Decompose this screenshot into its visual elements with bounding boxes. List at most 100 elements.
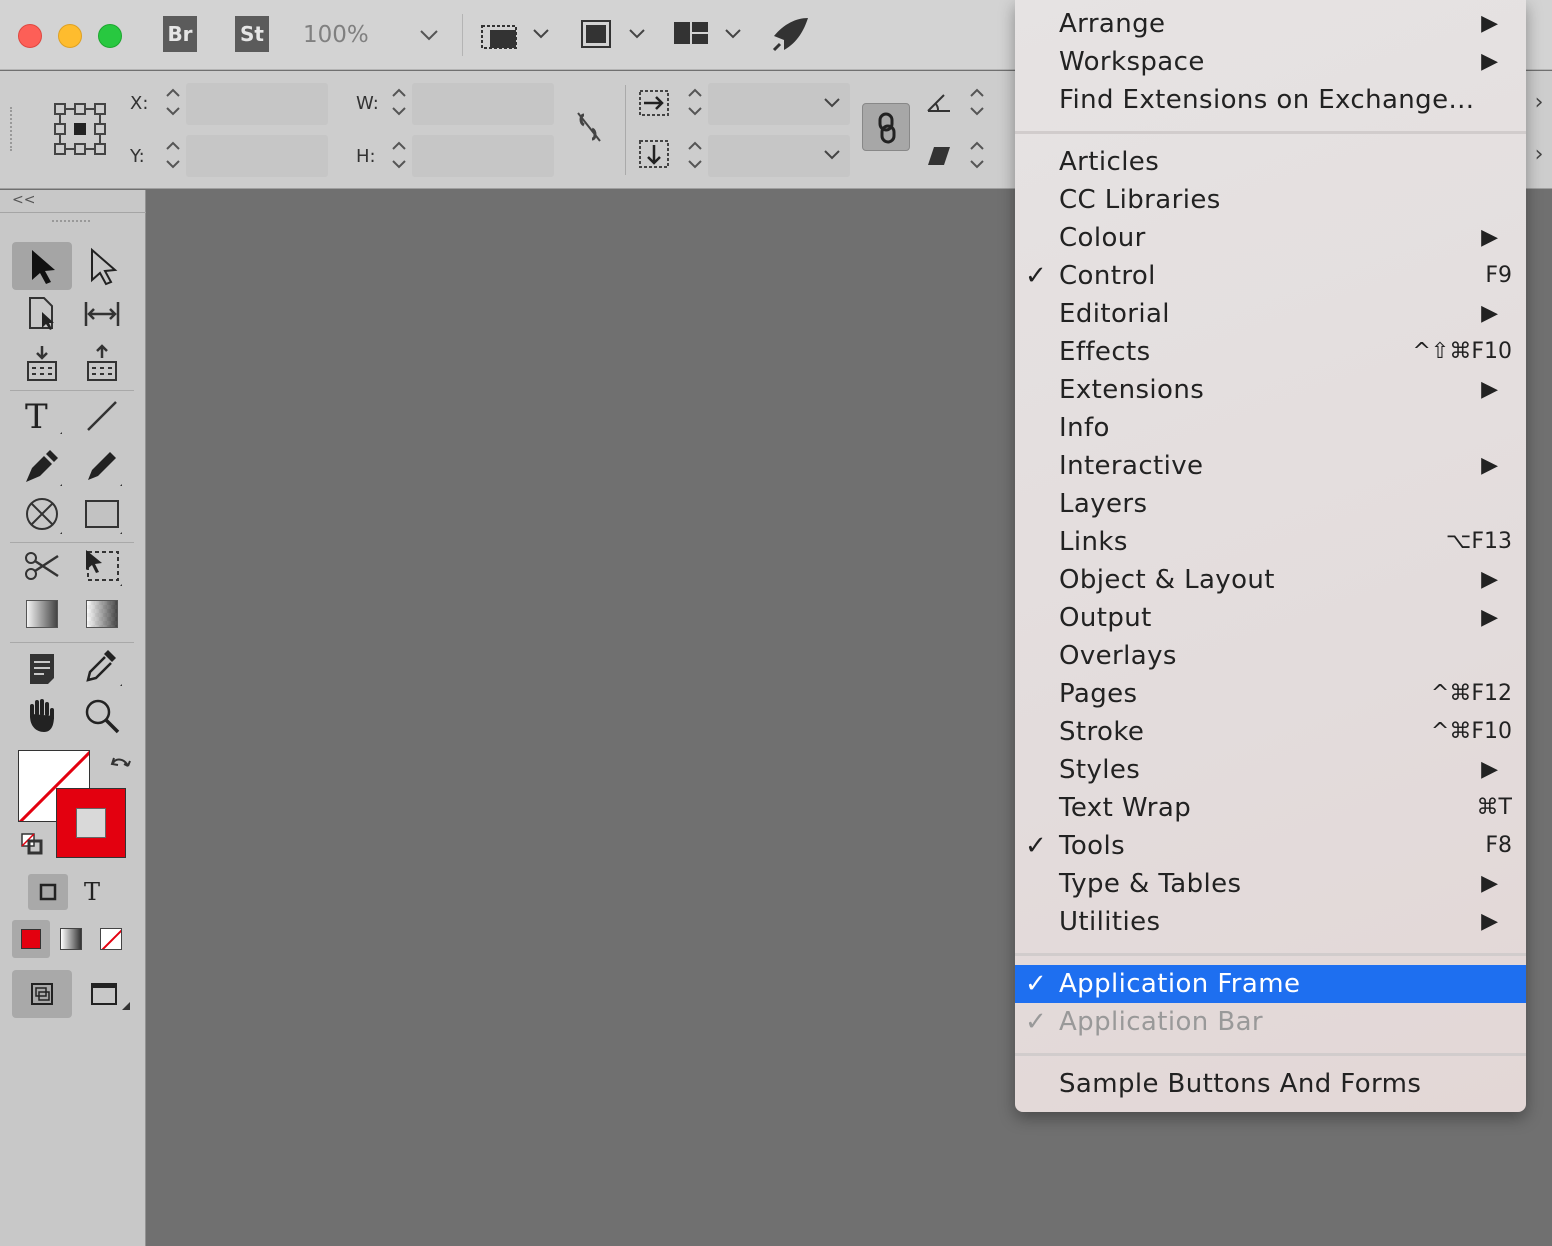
default-fill-stroke-icon[interactable]: [20, 832, 46, 856]
menu-item-overlays[interactable]: Overlays: [1015, 637, 1526, 675]
screen-mode-icon[interactable]: [578, 17, 614, 51]
menu-item-output[interactable]: Output ▶: [1015, 599, 1526, 637]
zoom-tool-icon[interactable]: [82, 696, 122, 736]
menu-item-styles[interactable]: Styles ▶: [1015, 751, 1526, 789]
content-collector-icon[interactable]: [22, 344, 62, 384]
menu-item-control[interactable]: ✓ Control F9: [1015, 257, 1526, 295]
menu-item-stroke[interactable]: Stroke ^⌘F10: [1015, 713, 1526, 751]
stepper-icon[interactable]: [164, 85, 182, 119]
publish-online-icon[interactable]: [770, 14, 812, 54]
submenu-arrow-icon: ▶: [1481, 605, 1498, 630]
close-window-button[interactable]: [18, 24, 42, 48]
panel-grip[interactable]: [52, 220, 90, 226]
swap-fill-stroke-icon[interactable]: [108, 754, 134, 778]
content-placer-icon[interactable]: [82, 344, 122, 384]
y-field[interactable]: [186, 135, 328, 177]
menu-item-utilities[interactable]: Utilities ▶: [1015, 903, 1526, 941]
y-label: Y:: [130, 146, 145, 167]
pen-tool-icon[interactable]: [22, 446, 62, 486]
menu-item-effects[interactable]: Effects ^⇧⌘F10: [1015, 333, 1526, 371]
line-tool-icon[interactable]: [82, 396, 122, 436]
direct-selection-tool-icon[interactable]: [82, 246, 122, 286]
apply-none-button[interactable]: [100, 928, 122, 950]
gradient-swatch-tool-icon[interactable]: [26, 600, 58, 628]
stepper-icon[interactable]: [390, 85, 408, 119]
chevron-down-icon[interactable]: [531, 28, 551, 40]
menu-item-application-frame[interactable]: ✓ Application Frame: [1015, 965, 1526, 1003]
menu-item-arrange[interactable]: Arrange ▶: [1015, 5, 1526, 43]
menu-item-articles[interactable]: Articles: [1015, 143, 1526, 181]
menu-item-type-tables[interactable]: Type & Tables ▶: [1015, 865, 1526, 903]
menu-item-interactive[interactable]: Interactive ▶: [1015, 447, 1526, 485]
x-field[interactable]: [186, 83, 328, 125]
panel-grip[interactable]: [10, 107, 14, 151]
menu-item-text-wrap[interactable]: Text Wrap ⌘T: [1015, 789, 1526, 827]
arrange-documents-icon[interactable]: [672, 20, 710, 48]
apply-color-button[interactable]: [12, 920, 50, 958]
gap-tool-icon[interactable]: [82, 294, 122, 334]
chevron-down-icon[interactable]: [822, 149, 842, 161]
menu-item-editorial[interactable]: Editorial ▶: [1015, 295, 1526, 333]
formatting-affects-container-button[interactable]: [28, 874, 68, 910]
constrain-scale-button[interactable]: [862, 103, 910, 151]
menu-item-label: Editorial: [1059, 299, 1170, 329]
menu-item-links[interactable]: Links ⌥F13: [1015, 523, 1526, 561]
ellipse-frame-tool-icon[interactable]: [22, 494, 62, 534]
menu-item-workspace[interactable]: Workspace ▶: [1015, 43, 1526, 81]
stroke-swatch[interactable]: [56, 788, 126, 858]
scale-y-icon[interactable]: [638, 139, 672, 171]
eyedropper-tool-icon[interactable]: [82, 646, 122, 686]
page-tool-icon[interactable]: [22, 294, 62, 334]
stepper-icon[interactable]: [164, 138, 182, 172]
width-field[interactable]: [412, 83, 554, 125]
scissors-tool-icon[interactable]: [22, 546, 62, 586]
menu-item-find-extensions-on-exchange[interactable]: Find Extensions on Exchange...: [1015, 81, 1526, 119]
apply-gradient-button[interactable]: [60, 928, 82, 950]
reference-point-icon[interactable]: [52, 101, 108, 157]
free-transform-tool-icon[interactable]: [82, 546, 122, 586]
bridge-button[interactable]: Br: [163, 16, 197, 52]
chevron-down-icon[interactable]: [418, 28, 440, 42]
stepper-icon[interactable]: [686, 85, 704, 119]
scale-x-icon[interactable]: [638, 89, 672, 119]
menu-item-extensions[interactable]: Extensions ▶: [1015, 371, 1526, 409]
minimize-window-button[interactable]: [58, 24, 82, 48]
formatting-affects-text-icon[interactable]: T: [82, 878, 108, 906]
menu-item-layers[interactable]: Layers: [1015, 485, 1526, 523]
chevron-down-icon[interactable]: [627, 28, 647, 40]
zoom-level[interactable]: 100%: [303, 22, 369, 48]
stepper-icon[interactable]: [968, 85, 986, 119]
chevron-down-icon[interactable]: [723, 28, 743, 40]
stepper-icon[interactable]: [968, 138, 986, 172]
stock-button[interactable]: St: [235, 16, 269, 52]
panel-overflow-chevron[interactable]: ›: [1526, 84, 1552, 122]
menu-item-sample-buttons-and-forms[interactable]: Sample Buttons And Forms: [1015, 1065, 1526, 1103]
menu-item-tools[interactable]: ✓ Tools F8: [1015, 827, 1526, 865]
normal-view-button[interactable]: [12, 970, 72, 1018]
menu-item-info[interactable]: Info: [1015, 409, 1526, 447]
gradient-feather-tool-icon[interactable]: [86, 600, 118, 628]
stepper-icon[interactable]: [390, 138, 408, 172]
view-options-icon[interactable]: [480, 20, 520, 52]
menu-item-pages[interactable]: Pages ^⌘F12: [1015, 675, 1526, 713]
hand-tool-icon[interactable]: [22, 696, 62, 736]
rectangle-tool-icon[interactable]: [82, 494, 122, 534]
menu-item-cc-libraries[interactable]: CC Libraries: [1015, 181, 1526, 219]
chevron-down-icon[interactable]: [822, 97, 842, 109]
rotation-angle-icon[interactable]: [924, 89, 954, 117]
collapse-panel-button[interactable]: <<: [12, 192, 35, 208]
note-tool-icon[interactable]: [22, 648, 62, 688]
selection-tool-icon[interactable]: [22, 246, 62, 286]
type-tool-icon[interactable]: T: [22, 396, 62, 436]
maximize-window-button[interactable]: [98, 24, 122, 48]
screen-mode-icon[interactable]: [88, 978, 132, 1014]
shear-angle-icon[interactable]: [926, 145, 952, 167]
menu-item-colour[interactable]: Colour ▶: [1015, 219, 1526, 257]
height-field[interactable]: [412, 135, 554, 177]
stepper-icon[interactable]: [686, 138, 704, 172]
checkmark-icon: ✓: [1025, 1007, 1047, 1037]
unlinked-chain-icon[interactable]: [574, 109, 606, 145]
menu-item-object-layout[interactable]: Object & Layout ▶: [1015, 561, 1526, 599]
pencil-tool-icon[interactable]: [82, 446, 122, 486]
panel-overflow-chevron[interactable]: ›: [1526, 136, 1552, 174]
